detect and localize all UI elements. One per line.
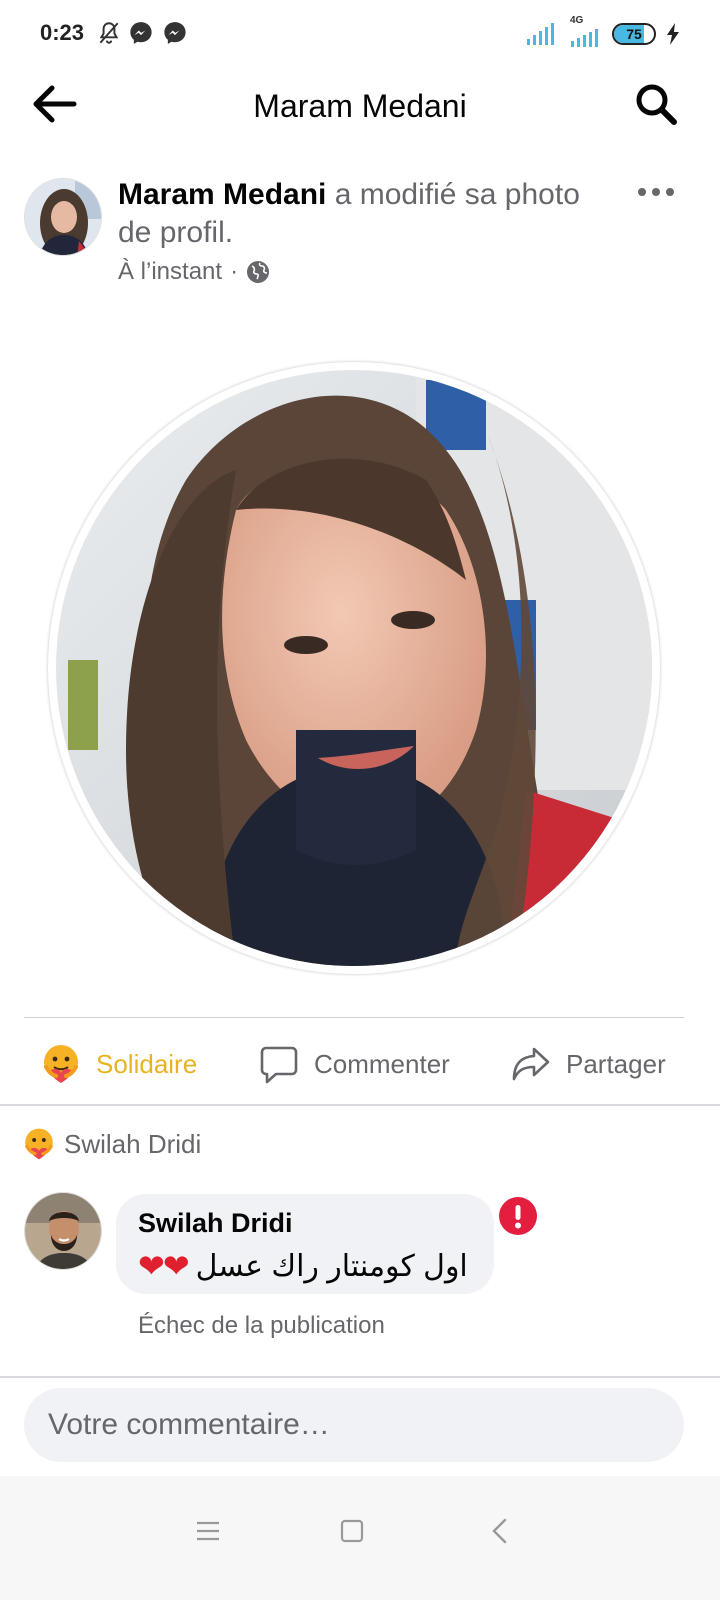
bell-off-icon	[99, 22, 119, 44]
back-chevron-icon	[492, 1518, 507, 1544]
comment-text: اول كومنتار راك عسل	[195, 1249, 468, 1283]
composer-divider	[0, 1376, 720, 1378]
comment-button[interactable]: Commenter	[258, 1036, 450, 1092]
care-emoji-icon	[44, 1045, 78, 1083]
comment-status: Échec de la publication	[138, 1312, 385, 1339]
comment-error-button[interactable]	[498, 1196, 538, 1236]
status-right: 4G 75	[526, 15, 680, 48]
messenger-icon	[164, 22, 186, 44]
recents-button[interactable]	[178, 1506, 238, 1556]
status-bar: 0:23 4G 75	[0, 0, 720, 68]
battery-level: 75	[626, 26, 642, 42]
signal-icon	[527, 23, 554, 45]
signal-4g-icon: 4G	[566, 15, 602, 47]
section-divider	[0, 1104, 720, 1106]
post-time[interactable]: À l’instant	[118, 258, 222, 286]
solidaire-button[interactable]: Solidaire	[40, 1036, 197, 1092]
network-label: 4G	[570, 15, 584, 26]
more-options-button[interactable]	[636, 180, 676, 204]
reactor-name: Swilah Dridi	[64, 1128, 202, 1159]
post-actions: Solidaire Commenter Partager	[0, 1022, 720, 1106]
post-author-avatar[interactable]	[24, 178, 102, 256]
more-icon	[638, 188, 674, 196]
home-button[interactable]	[322, 1506, 382, 1556]
commenter-avatar[interactable]	[24, 1192, 102, 1270]
profile-photo-frame[interactable]	[48, 362, 660, 974]
post-author-name[interactable]: Maram Medani	[118, 178, 326, 211]
post-headline: Maram Medani a modifié sa photo de profi…	[118, 176, 618, 252]
solidaire-label: Solidaire	[96, 1048, 198, 1079]
page-title: Maram Medani	[253, 88, 467, 124]
comment-bubble[interactable]: Swilah Dridi ❤❤ اول كومنتار راك عسل	[116, 1194, 494, 1294]
globe-icon	[247, 261, 270, 283]
messenger-icon	[130, 22, 152, 44]
home-square-icon	[340, 1519, 364, 1543]
share-button[interactable]: Partager	[510, 1036, 666, 1092]
status-time: 0:23	[40, 20, 85, 45]
reactions-summary[interactable]: Swilah Dridi	[22, 1124, 201, 1164]
actions-divider	[24, 1017, 684, 1018]
menu-icon	[197, 1521, 219, 1541]
app-header: Maram Medani	[0, 68, 720, 144]
care-emoji-icon	[25, 1128, 53, 1160]
charging-icon	[667, 23, 679, 45]
profile-photo[interactable]	[56, 370, 652, 966]
system-back-button[interactable]	[470, 1506, 530, 1556]
search-icon	[636, 84, 677, 125]
comment-label: Commenter	[314, 1048, 450, 1079]
comment-icon	[260, 1046, 298, 1084]
comment-hearts: ❤❤	[138, 1248, 190, 1284]
meta-separator: ·	[230, 258, 239, 285]
battery-icon: 75	[612, 23, 656, 45]
post-meta: À l’instant ·	[118, 258, 270, 286]
system-nav-bar	[0, 1476, 720, 1600]
error-icon	[499, 1197, 537, 1235]
share-icon	[512, 1047, 550, 1081]
search-button[interactable]	[632, 80, 680, 128]
comment-author[interactable]: Swilah Dridi	[138, 1208, 472, 1239]
comment-body: ❤❤ اول كومنتار راك عسل	[138, 1247, 472, 1285]
share-label: Partager	[566, 1048, 666, 1079]
comment-input[interactable]	[24, 1388, 684, 1462]
